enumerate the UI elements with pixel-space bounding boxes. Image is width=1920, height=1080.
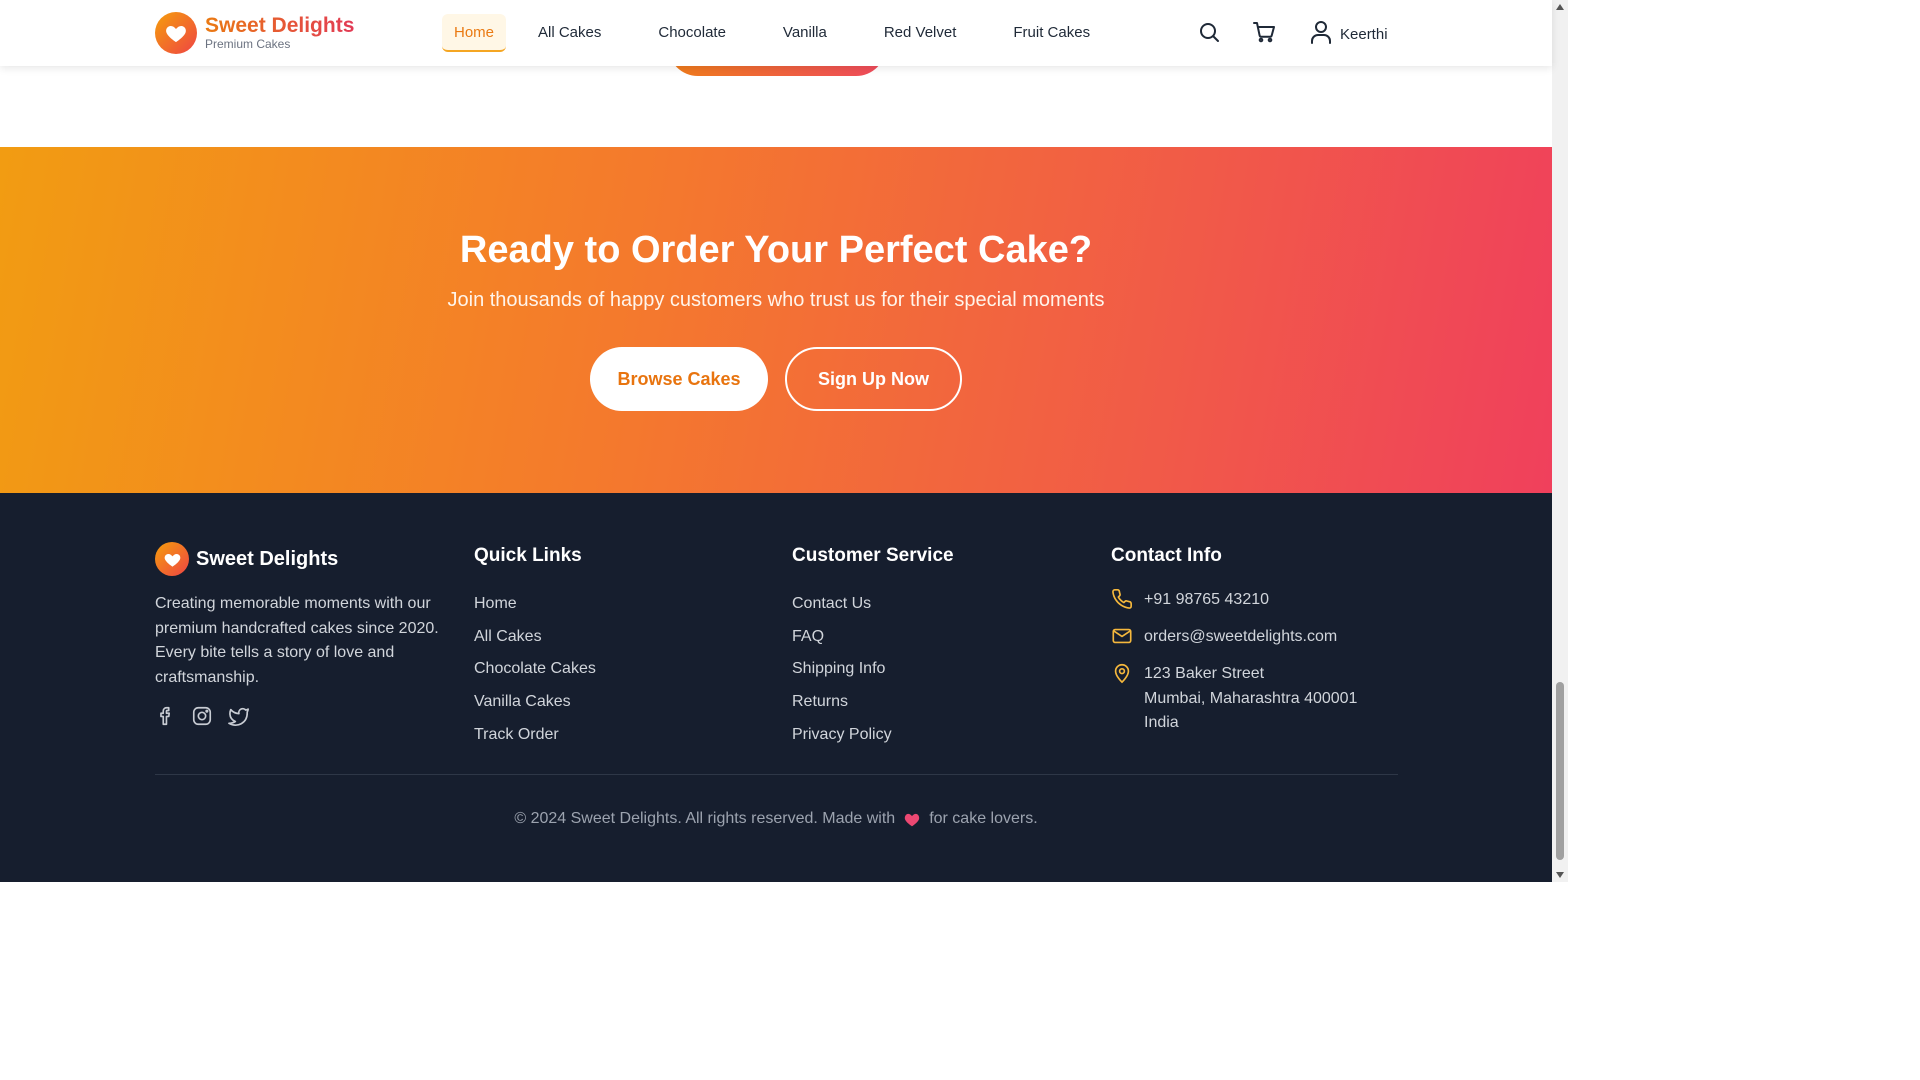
nav-chocolate[interactable]: Chocolate [646, 14, 738, 52]
brand-tagline: Premium Cakes [205, 37, 291, 51]
contact-info-title: Contact Info [1111, 545, 1222, 566]
phone-icon [1111, 588, 1133, 610]
page-scrollbar[interactable] [1552, 0, 1568, 882]
twitter-icon[interactable] [228, 705, 250, 727]
cta-subtitle: Join thousands of happy customers who tr… [447, 289, 1105, 311]
quick-links-list: Home All Cakes Chocolate Cakes Vanilla C… [474, 588, 596, 752]
footer-link-home[interactable]: Home [474, 588, 596, 621]
footer-brand[interactable]: Sweet Delights [155, 542, 338, 576]
contact-phone[interactable]: +91 98765 43210 [1111, 588, 1269, 613]
top-navbar: Sweet Delights Premium Cakes Home All Ca… [0, 0, 1552, 66]
footer-link-contact-us[interactable]: Contact Us [792, 588, 892, 621]
copyright-text: © 2024 Sweet Delights. All rights reserv… [514, 810, 896, 827]
brand-logo[interactable]: Sweet Delights Premium Cakes [155, 12, 354, 54]
heart-icon [903, 811, 921, 827]
copyright: © 2024 Sweet Delights. All rights reserv… [0, 810, 1552, 828]
footer-link-track-order[interactable]: Track Order [474, 719, 596, 752]
footer-link-vanilla-cakes[interactable]: Vanilla Cakes [474, 686, 596, 719]
contact-address: 123 Baker Street Mumbai, Maharashtra 400… [1111, 662, 1357, 736]
heart-logo-icon [155, 12, 197, 54]
nav-fruit-cakes[interactable]: Fruit Cakes [1001, 14, 1102, 52]
contact-email[interactable]: orders@sweetdelights.com [1111, 625, 1337, 650]
user-icon [1310, 20, 1332, 49]
email-address: orders@sweetdelights.com [1144, 628, 1338, 645]
scrollbar-thumb[interactable] [1556, 682, 1564, 860]
mail-icon [1111, 625, 1133, 647]
cart-icon[interactable] [1252, 20, 1276, 44]
search-icon[interactable] [1197, 20, 1221, 44]
nav-red-velvet[interactable]: Red Velvet [872, 14, 969, 52]
brand-name: Sweet Delights [205, 14, 355, 37]
user-menu[interactable]: Keerthi [1310, 20, 1388, 49]
footer-link-shipping-info[interactable]: Shipping Info [792, 653, 892, 686]
footer-description: Creating memorable moments with our prem… [155, 595, 439, 686]
address-line-2: Mumbai, Maharashtra 400001 [1144, 689, 1358, 707]
quick-links-title: Quick Links [474, 545, 582, 566]
scroll-up-arrow-icon[interactable] [1556, 4, 1564, 10]
footer-brand-name: Sweet Delights [196, 547, 339, 570]
copyright-suffix: for cake lovers. [929, 810, 1038, 827]
heart-logo-icon [155, 542, 189, 576]
phone-number: +91 98765 43210 [1144, 591, 1270, 608]
cta-title: Ready to Order Your Perfect Cake? [459, 229, 1093, 271]
sign-up-button[interactable]: Sign Up Now [785, 347, 962, 411]
footer-link-returns[interactable]: Returns [792, 686, 892, 719]
map-pin-icon [1111, 662, 1133, 684]
footer-link-chocolate-cakes[interactable]: Chocolate Cakes [474, 653, 596, 686]
nav-all-cakes[interactable]: All Cakes [526, 14, 613, 52]
cta-section: Ready to Order Your Perfect Cake? Join t… [0, 147, 1552, 493]
footer-link-all-cakes[interactable]: All Cakes [474, 621, 596, 654]
footer-divider [155, 774, 1398, 775]
main-nav: Home All Cakes Chocolate Vanilla Red Vel… [442, 14, 1102, 52]
address-line-3: India [1144, 714, 1179, 731]
browse-cakes-button[interactable]: Browse Cakes [590, 347, 768, 411]
customer-service-list: Contact Us FAQ Shipping Info Returns Pri… [792, 588, 892, 752]
scroll-down-arrow-icon[interactable] [1556, 872, 1564, 878]
footer: Sweet Delights Creating memorable moment… [0, 493, 1552, 882]
facebook-icon[interactable] [155, 705, 177, 727]
nav-home[interactable]: Home [442, 14, 507, 52]
footer-link-privacy-policy[interactable]: Privacy Policy [792, 719, 892, 752]
instagram-icon[interactable] [191, 705, 213, 727]
user-name: Keerthi [1340, 26, 1388, 43]
address-line-1: 123 Baker Street [1144, 665, 1265, 682]
customer-service-title: Customer Service [792, 545, 954, 566]
footer-link-faq[interactable]: FAQ [792, 621, 892, 654]
nav-vanilla[interactable]: Vanilla [771, 14, 839, 52]
